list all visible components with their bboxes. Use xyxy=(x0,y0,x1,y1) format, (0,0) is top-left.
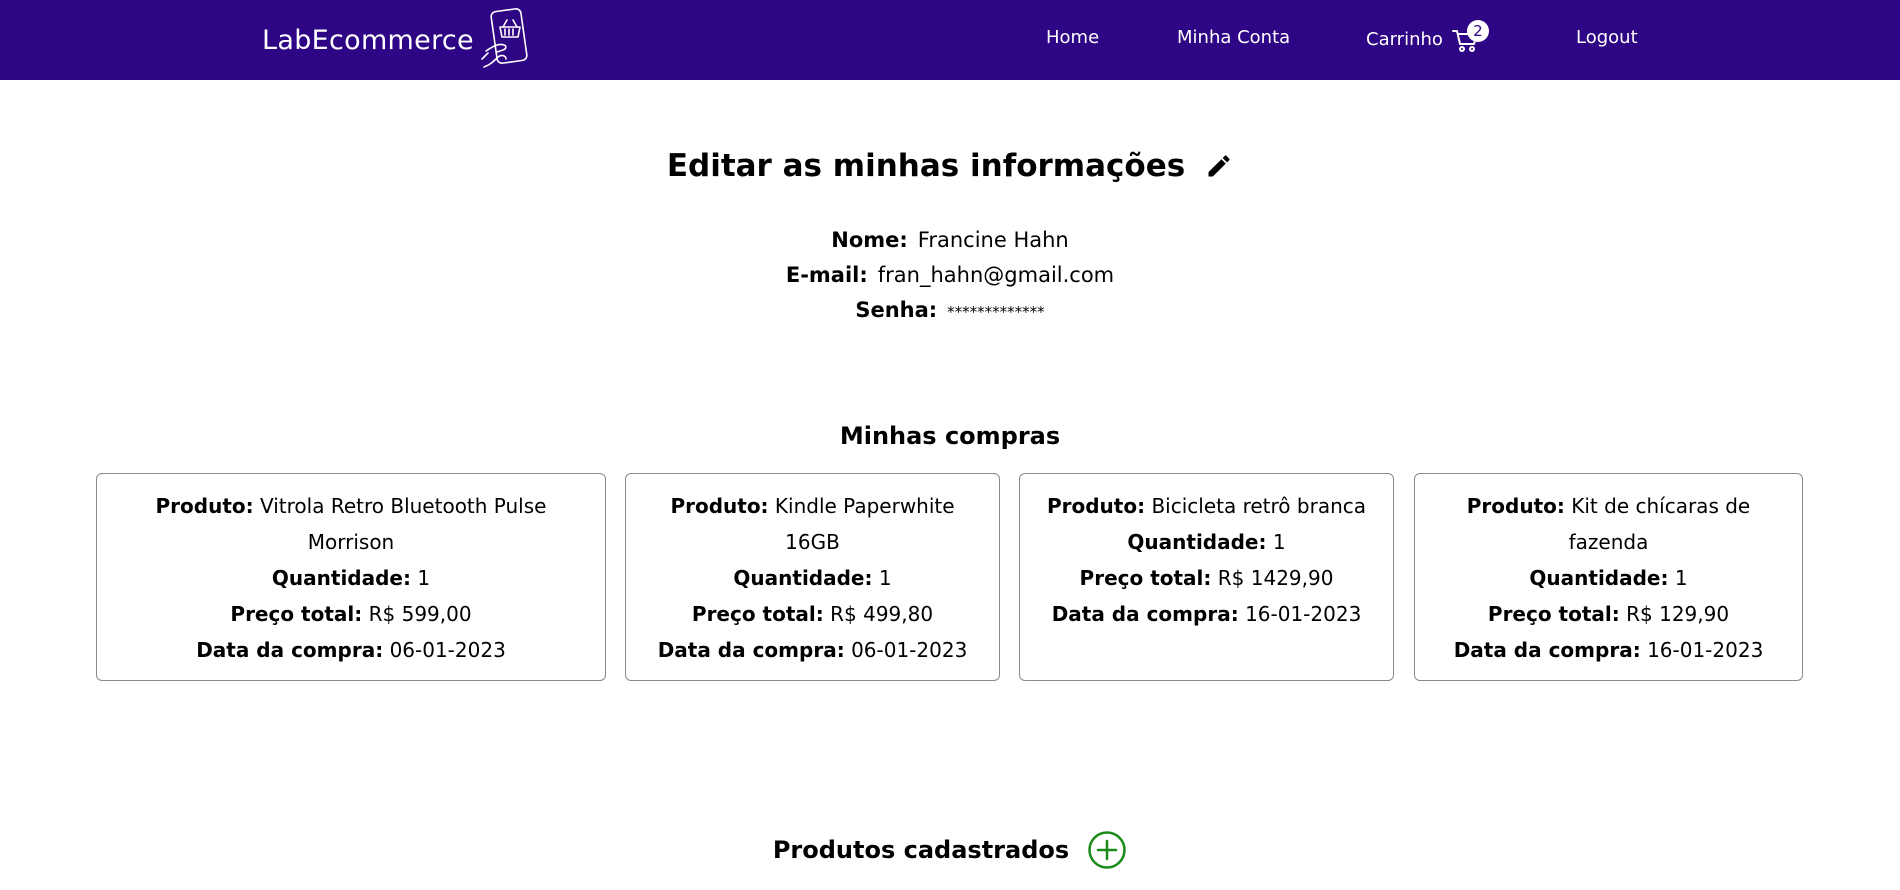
purchase-total-label: Preço total: xyxy=(691,602,824,626)
purchase-quantity-value: 1 xyxy=(878,566,892,590)
purchase-total-value: R$ 1429,90 xyxy=(1217,566,1334,590)
products-section-title: Produtos cadastrados xyxy=(0,830,1900,870)
shopping-basket-phone-icon xyxy=(481,8,528,68)
purchase-quantity-value: 1 xyxy=(1674,566,1688,590)
profile-password-value: ************* xyxy=(947,303,1045,321)
purchase-product-label: Produto: xyxy=(1466,494,1565,518)
purchase-total-line: Preço total: R$ 499,80 xyxy=(642,596,983,632)
purchase-product-line: Produto: Vitrola Retro Bluetooth Pulse M… xyxy=(113,488,589,560)
nav-account-link[interactable]: Minha Conta xyxy=(1177,0,1290,80)
top-navbar: LabEcommerce Home Minha Conta Carrinho 2… xyxy=(0,0,1900,80)
purchase-card: Produto: Kit de chícaras de fazenda Quan… xyxy=(1414,473,1803,681)
profile-password-line: Senha: ************* xyxy=(0,298,1900,322)
purchases-section-title: Minhas compras xyxy=(839,422,1061,450)
purchase-date-line: Data da compra: 06-01-2023 xyxy=(113,632,589,668)
profile-name-label: Nome: xyxy=(831,228,908,252)
purchase-card: Produto: Kindle Paperwhite 16GB Quantida… xyxy=(625,473,1000,681)
purchase-product-label: Produto: xyxy=(155,494,254,518)
purchase-date-value: 06-01-2023 xyxy=(389,638,506,662)
purchase-product-label: Produto: xyxy=(1046,494,1146,518)
purchase-quantity-value: 1 xyxy=(417,566,431,590)
nav-home-link[interactable]: Home xyxy=(1046,0,1099,80)
purchase-total-line: Preço total: R$ 599,00 xyxy=(113,596,589,632)
purchase-date-label: Data da compra: xyxy=(1453,638,1641,662)
profile-email-label: E-mail: xyxy=(785,263,868,287)
purchase-quantity-line: Quantidade: 1 xyxy=(1431,560,1786,596)
purchase-product-label: Produto: xyxy=(670,494,769,518)
brand-logo-link[interactable]: LabEcommerce xyxy=(262,8,538,72)
nav-cart-label: Carrinho xyxy=(1366,29,1443,50)
purchase-total-value: R$ 129,90 xyxy=(1626,602,1730,626)
purchase-total-value: R$ 499,80 xyxy=(830,602,934,626)
pencil-edit-icon[interactable] xyxy=(1205,152,1233,180)
purchase-product-line: Produto: Kindle Paperwhite 16GB xyxy=(642,488,983,560)
purchase-date-value: 16-01-2023 xyxy=(1245,602,1362,626)
profile-name-line: Nome: Francine Hahn xyxy=(0,228,1900,252)
products-title-text: Produtos cadastrados xyxy=(772,836,1070,864)
purchase-quantity-label: Quantidade: xyxy=(271,566,411,590)
purchase-product-value: Bicicleta retrô branca xyxy=(1151,494,1367,518)
purchase-product-line: Produto: Kit de chícaras de fazenda xyxy=(1431,488,1786,560)
purchase-quantity-label: Quantidade: xyxy=(1127,530,1267,554)
purchase-quantity-line: Quantidade: 1 xyxy=(113,560,589,596)
profile-email-value: fran_hahn@gmail.com xyxy=(877,263,1115,287)
purchase-date-value: 06-01-2023 xyxy=(851,638,968,662)
purchase-card: Produto: Bicicleta retrô branca Quantida… xyxy=(1019,473,1394,681)
brand-name: LabEcommerce xyxy=(262,24,474,56)
purchase-product-value: Vitrola Retro Bluetooth Pulse Morrison xyxy=(260,494,547,554)
profile-title-text: Editar as minhas informações xyxy=(666,148,1186,184)
nav-logout-link[interactable]: Logout xyxy=(1576,0,1638,80)
purchase-date-line: Data da compra: 06-01-2023 xyxy=(642,632,983,668)
profile-section-title: Editar as minhas informações xyxy=(0,148,1900,184)
purchase-quantity-line: Quantidade: 1 xyxy=(1036,524,1377,560)
purchase-date-label: Data da compra: xyxy=(657,638,845,662)
profile-name-value: Francine Hahn xyxy=(917,228,1069,252)
purchase-total-label: Preço total: xyxy=(230,602,363,626)
purchase-quantity-label: Quantidade: xyxy=(1529,566,1669,590)
profile-email-line: E-mail: fran_hahn@gmail.com xyxy=(0,263,1900,287)
cart-count-badge: 2 xyxy=(1466,20,1489,42)
purchase-date-value: 16-01-2023 xyxy=(1647,638,1764,662)
purchase-product-value: Kindle Paperwhite 16GB xyxy=(774,494,955,554)
add-product-icon[interactable] xyxy=(1087,830,1127,870)
profile-password-label: Senha: xyxy=(855,298,938,322)
purchase-total-value: R$ 599,00 xyxy=(368,602,472,626)
purchase-product-value: Kit de chícaras de fazenda xyxy=(1568,494,1751,554)
purchase-date-label: Data da compra: xyxy=(196,638,384,662)
purchase-quantity-line: Quantidade: 1 xyxy=(642,560,983,596)
purchase-total-line: Preço total: R$ 129,90 xyxy=(1431,596,1786,632)
purchase-total-label: Preço total: xyxy=(1079,566,1212,590)
purchase-date-line: Data da compra: 16-01-2023 xyxy=(1036,596,1377,632)
purchase-total-line: Preço total: R$ 1429,90 xyxy=(1036,560,1377,596)
purchase-total-label: Preço total: xyxy=(1487,602,1620,626)
nav-cart-link[interactable]: Carrinho 2 xyxy=(1366,0,1489,80)
purchase-date-label: Data da compra: xyxy=(1051,602,1239,626)
purchase-quantity-label: Quantidade: xyxy=(733,566,873,590)
purchase-product-line: Produto: Bicicleta retrô branca xyxy=(1036,488,1377,524)
purchase-quantity-value: 1 xyxy=(1272,530,1286,554)
purchase-date-line: Data da compra: 16-01-2023 xyxy=(1431,632,1786,668)
purchase-card: Produto: Vitrola Retro Bluetooth Pulse M… xyxy=(96,473,606,681)
